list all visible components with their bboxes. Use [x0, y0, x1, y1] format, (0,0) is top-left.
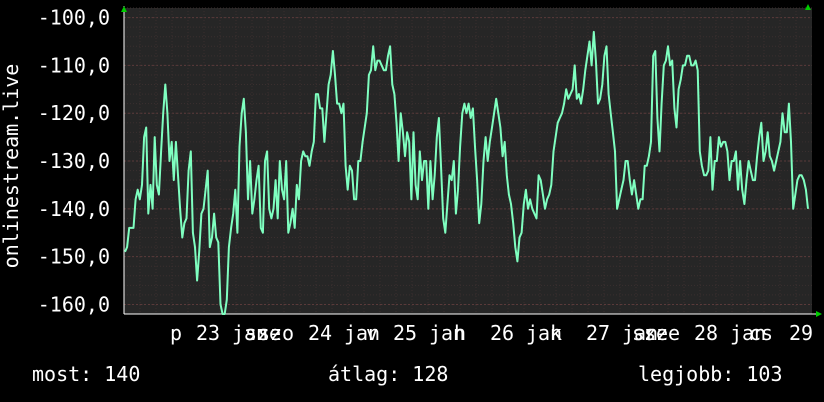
- stat-current: most: 140: [32, 362, 141, 386]
- y-tick-label: -100,0: [38, 6, 110, 30]
- line-chart: -100,0 -110,0 -120,0 -130,0 -140,0 -150,0 -160…: [0, 4, 822, 345]
- y-tick-label: -150,0: [38, 245, 110, 269]
- x-tick-label: 27: [586, 321, 610, 345]
- x-tick-label: k: [550, 321, 562, 345]
- x-axis-arrow: [816, 311, 822, 317]
- x-tick-label: 28: [694, 321, 718, 345]
- y-tick-label: -120,0: [38, 101, 110, 125]
- x-tick-label: 24: [308, 321, 332, 345]
- x-tick-label: 26: [490, 321, 514, 345]
- x-tick-label: szo: [258, 321, 294, 345]
- x-tick-label: h: [454, 321, 466, 345]
- x-tick-label: p: [170, 321, 182, 345]
- y-tick-label: -140,0: [38, 197, 110, 221]
- x-tick-label: v: [366, 321, 378, 345]
- y-tick-label: -110,0: [38, 53, 110, 77]
- x-tick-label: 23: [196, 321, 220, 345]
- x-tick-label: cs: [749, 321, 773, 345]
- chart-container: -100,0 -110,0 -120,0 -130,0 -140,0 -150,0 -160…: [0, 0, 824, 402]
- y-tick-label: -160,0: [38, 292, 110, 316]
- y-axis-label: onlinestream.live: [0, 64, 23, 269]
- top-right-marker: [805, 4, 811, 10]
- stat-best: legjobb: 103: [638, 362, 783, 386]
- stat-average: átlag: 128: [328, 362, 449, 386]
- y-tick-label: -130,0: [38, 149, 110, 173]
- x-tick-label: 25: [393, 321, 417, 345]
- x-tick-label: 29: [789, 321, 813, 345]
- x-tick-label: sze: [644, 321, 680, 345]
